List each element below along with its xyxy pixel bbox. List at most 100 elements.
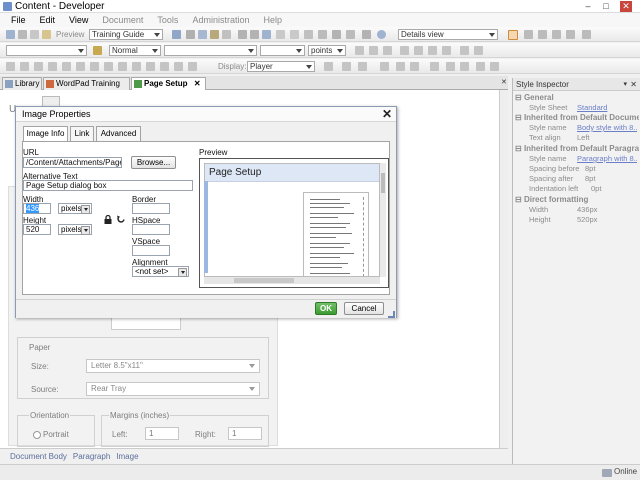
path-paragraph[interactable]: Paragraph: [73, 449, 110, 464]
menu-file[interactable]: File: [11, 13, 26, 27]
link-icon[interactable]: [304, 30, 313, 39]
tile-icon[interactable]: [566, 30, 575, 39]
new-icon[interactable]: [6, 30, 15, 39]
font-select[interactable]: [164, 45, 257, 56]
units-select[interactable]: points: [308, 45, 346, 56]
format-icon[interactable]: [172, 30, 181, 39]
width-input[interactable]: 436: [23, 203, 51, 214]
style-brush-icon[interactable]: [93, 46, 102, 55]
tab-wordpad-training[interactable]: WordPad Training: [43, 77, 130, 90]
document-scrollbar[interactable]: [499, 90, 508, 448]
save-icon[interactable]: [18, 30, 27, 39]
col-width-icon[interactable]: [160, 62, 169, 71]
inspector-direct-formatting[interactable]: ⊟ Direct formatting: [515, 195, 588, 205]
paste-icon[interactable]: [210, 30, 219, 39]
pen-icon[interactable]: [430, 62, 439, 71]
width-unit-select[interactable]: pixels: [58, 203, 92, 214]
border-input[interactable]: [132, 203, 170, 214]
delete-icon[interactable]: [222, 30, 231, 39]
columns-icon[interactable]: [552, 30, 561, 39]
vspace-input[interactable]: [132, 245, 170, 256]
bold-icon[interactable]: [355, 46, 364, 55]
maximize-button[interactable]: □: [600, 1, 612, 12]
find-icon[interactable]: [262, 30, 271, 39]
justify-icon[interactable]: [442, 46, 451, 55]
split-icon[interactable]: [538, 30, 547, 39]
delete-col-icon[interactable]: [48, 62, 57, 71]
url-input[interactable]: /Content/Attachments/Page S: [23, 157, 122, 168]
left-margin-input[interactable]: 1: [145, 427, 179, 440]
cut-icon[interactable]: [186, 30, 195, 39]
preview-button[interactable]: Preview: [56, 29, 84, 40]
insert-col-icon[interactable]: [20, 62, 29, 71]
layout-icon[interactable]: [508, 30, 518, 40]
back-icon[interactable]: [582, 30, 591, 39]
alt-text-input[interactable]: Page Setup dialog box: [23, 180, 193, 191]
image-icon[interactable]: [332, 30, 341, 39]
cell-props-icon[interactable]: [90, 62, 99, 71]
display-select[interactable]: Player: [247, 61, 315, 72]
cancel-button[interactable]: Cancel: [344, 302, 384, 315]
shading-icon[interactable]: [132, 62, 141, 71]
paragraph-style-select[interactable]: [6, 45, 87, 56]
hspace-input[interactable]: [132, 224, 170, 235]
dialog-close-icon[interactable]: ✕: [382, 107, 392, 122]
menu-tools[interactable]: Tools: [157, 13, 178, 27]
browse-button[interactable]: Browse...: [131, 156, 176, 169]
align-left-icon[interactable]: [400, 46, 409, 55]
close-inspector-icon[interactable]: ✕: [630, 78, 637, 91]
pin-icon[interactable]: ▾: [623, 78, 627, 91]
align-right-icon[interactable]: [428, 46, 437, 55]
right-margin-input[interactable]: 1: [228, 427, 262, 440]
menu-administration[interactable]: Administration: [192, 13, 249, 27]
insert-row-icon[interactable]: [6, 62, 15, 71]
split-cells-icon[interactable]: [76, 62, 85, 71]
collapse-icon[interactable]: ⊟: [515, 195, 524, 204]
tab-link[interactable]: Link: [70, 126, 94, 141]
preview-vertical-scrollbar[interactable]: [380, 163, 386, 277]
indent-icon[interactable]: [460, 46, 469, 55]
align-center-icon[interactable]: [414, 46, 423, 55]
menu-help[interactable]: Help: [263, 13, 282, 27]
subscript-icon[interactable]: [396, 62, 405, 71]
size-select[interactable]: [260, 45, 305, 56]
decrease-indent-icon[interactable]: [476, 62, 485, 71]
delete-row-icon[interactable]: [34, 62, 43, 71]
menu-document[interactable]: Document: [102, 13, 143, 27]
menu-edit[interactable]: Edit: [40, 13, 56, 27]
tab-library[interactable]: Library: [2, 77, 42, 90]
valign-icon[interactable]: [174, 62, 183, 71]
row-height-icon[interactable]: [146, 62, 155, 71]
inspector-general[interactable]: ⊟ General: [515, 93, 554, 103]
ok-button[interactable]: OK: [315, 302, 337, 315]
redo-icon[interactable]: [250, 30, 259, 39]
tab-advanced[interactable]: Advanced: [96, 126, 141, 141]
minimize-button[interactable]: –: [582, 1, 594, 12]
anchor-icon[interactable]: [318, 30, 327, 39]
lock-ratio-icon[interactable]: [103, 214, 113, 225]
tab-image-info[interactable]: Image Info: [23, 126, 68, 142]
font-color-icon[interactable]: [358, 62, 367, 71]
close-window-button[interactable]: ✕: [620, 1, 632, 12]
resize-grip-icon[interactable]: [388, 311, 395, 318]
spell-icon[interactable]: [42, 30, 51, 39]
path-image[interactable]: Image: [116, 449, 138, 464]
increase-indent-icon[interactable]: [490, 62, 499, 71]
menu-view[interactable]: View: [69, 13, 88, 27]
clear-format-icon[interactable]: [380, 62, 389, 71]
height-input[interactable]: 520: [23, 224, 51, 235]
portrait-radio[interactable]: [33, 431, 41, 439]
collapse-icon[interactable]: ⊟: [515, 113, 524, 122]
superscript-icon[interactable]: [410, 62, 419, 71]
halign-icon[interactable]: [188, 62, 197, 71]
outdent-icon[interactable]: [474, 46, 483, 55]
inspector-inherited-paragraph[interactable]: ⊟ Inherited from Default Paragraph: [515, 144, 639, 154]
undo-icon[interactable]: [238, 30, 247, 39]
border-icon[interactable]: [118, 62, 127, 71]
table-props-icon[interactable]: [104, 62, 113, 71]
replace-icon[interactable]: [276, 30, 285, 39]
inspector-inherited-document[interactable]: ⊟ Inherited from Default Document: [515, 113, 639, 123]
style-sheet-link[interactable]: Standard: [577, 103, 637, 113]
collapse-icon[interactable]: ⊟: [515, 93, 524, 102]
reset-size-icon[interactable]: [116, 214, 126, 225]
